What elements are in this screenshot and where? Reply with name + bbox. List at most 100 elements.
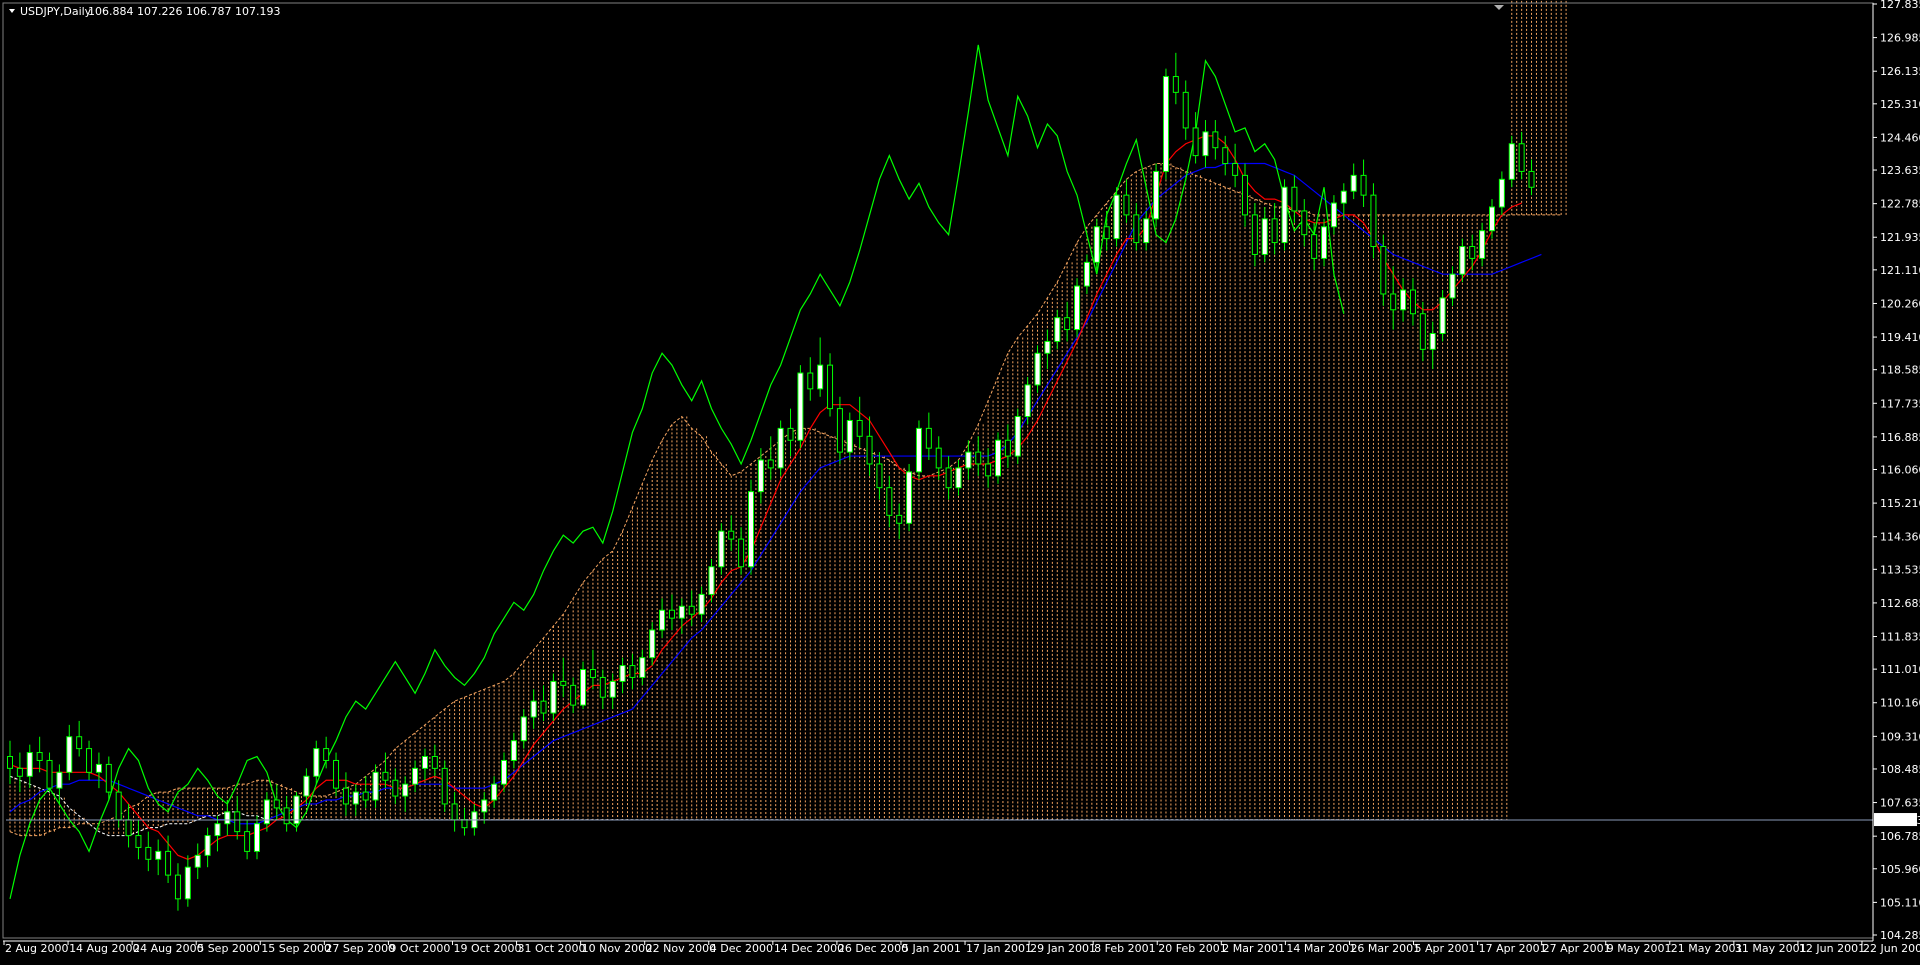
candle-body-bear (1370, 194, 1377, 248)
candle-body-bull (777, 427, 784, 469)
candle-body-bear (1192, 127, 1199, 157)
candle-body-bear (431, 756, 438, 769)
candle-body-bull (520, 716, 527, 742)
candle-body-bear (975, 451, 982, 465)
time-tick-label: 26 Dec 2000 (838, 942, 908, 955)
price-axis[interactable]: 127.835 126.985 126.135 125.310 124.460 123.6… (1873, 0, 1920, 942)
candle-body-bear (629, 665, 636, 678)
candle-body-bull (1479, 230, 1486, 259)
price-tick-label: 121.110 (1880, 264, 1920, 277)
time-tick-label: 5 Apr 2001 (1415, 942, 1476, 955)
candle-body-bear (836, 408, 843, 453)
candle-body-bull (95, 763, 102, 773)
candle (748, 479, 754, 575)
candle-body-bull (659, 609, 666, 631)
candle (1153, 163, 1160, 227)
price-tick-label: 105.960 (1880, 863, 1920, 876)
candle-body-bear (1528, 170, 1535, 188)
ohlc-label: 106.884 107.226 106.787 107.193 (88, 5, 280, 18)
symbol-label: USDJPY,Daily (20, 5, 92, 18)
candle-body-bull (1429, 333, 1436, 350)
time-tick-label: 12 Jun 2001 (1799, 942, 1865, 955)
candle (797, 365, 804, 449)
candle-body-bull (1083, 261, 1090, 287)
candle-body-bear (36, 752, 43, 761)
time-tick-label: 31 May 2001 (1735, 942, 1807, 955)
candle-body-bear (1291, 186, 1298, 212)
candle-body-bear (985, 463, 992, 477)
price-tick-label: 112.685 (1880, 597, 1920, 610)
candle-body-bear (342, 787, 349, 805)
time-tick-label: 21 May 2001 (1671, 942, 1743, 955)
candle-body-bull (698, 593, 705, 615)
candle-body-bear (599, 676, 606, 698)
candle-body-bull (915, 427, 922, 473)
candle-body-bear (244, 831, 251, 852)
candle-body-bear (1064, 317, 1071, 331)
candle-body-bear (333, 759, 340, 789)
candle-body-bear (174, 874, 181, 900)
price-tick-label: 121.935 (1880, 231, 1920, 244)
time-tick-label: 14 Mar 2001 (1286, 942, 1356, 955)
candle-body-bull (1044, 340, 1051, 354)
candle-body-bull (1498, 178, 1505, 208)
candle-body-bull (1014, 416, 1021, 457)
candle-body-bull (481, 799, 488, 813)
candle (441, 760, 448, 812)
candle-body-bear (135, 835, 142, 848)
candle-body-bull (797, 372, 804, 441)
time-tick-label: 2 Mar 2001 (1222, 942, 1285, 955)
candle-body-bull (580, 669, 587, 706)
candle-body-bull (254, 823, 260, 852)
ichimoku-chart[interactable]: 127.835 126.985 126.135 125.310 124.460 123.6… (0, 0, 1920, 961)
candle-body-bear (1123, 194, 1130, 216)
time-tick-label: 24 Aug 2000 (133, 942, 203, 955)
candle-body-bull (303, 775, 310, 797)
price-tick-label: 126.135 (1880, 65, 1920, 78)
candle-body-bear (323, 748, 330, 761)
candle-body-bear (570, 684, 577, 706)
candle-body-bull (748, 491, 754, 568)
candle (906, 463, 913, 532)
price-tick-label: 113.535 (1880, 563, 1920, 576)
candle-body-bull (1143, 218, 1150, 244)
candle-body-bull (1350, 174, 1357, 192)
price-tick-label: 111.010 (1880, 663, 1920, 676)
candle-body-bull (1034, 352, 1041, 386)
candle-body-bull (550, 680, 557, 714)
candle-body-bull (1459, 246, 1466, 275)
candle-body-bull (1024, 384, 1031, 418)
candle-body-bear (1182, 91, 1189, 129)
price-tick-label: 110.160 (1880, 697, 1920, 710)
candle-body-bear (382, 771, 389, 781)
candle (777, 420, 784, 476)
candle-body-bull (1340, 190, 1347, 204)
candle-body-bull (955, 467, 962, 489)
price-tick-label: 127.835 (1880, 0, 1920, 11)
candle-body-bull (817, 364, 824, 390)
candle-body-bear (886, 487, 893, 516)
candle (1074, 278, 1081, 338)
candle-body-bull (194, 854, 201, 868)
candle-body-bull (1439, 297, 1446, 335)
candle-body-bull (26, 752, 33, 777)
candle-body-bull (421, 756, 428, 769)
candle-body-bull (995, 439, 1001, 477)
candle-body-bear (1133, 214, 1140, 244)
time-tick-label: 4 Dec 2000 (710, 942, 773, 955)
price-tick-label: 107.635 (1880, 797, 1920, 810)
candle-body-bull (501, 759, 507, 785)
candle-body-bear (1103, 226, 1110, 240)
price-tick-label: 111.835 (1880, 631, 1920, 644)
price-tick-label: 122.785 (1880, 198, 1920, 211)
candle (1113, 187, 1120, 247)
candle-body-bull (313, 748, 320, 777)
candle-body-bear (283, 807, 290, 825)
candle-body-bear (787, 427, 794, 441)
candle-body-bear (1380, 246, 1387, 295)
candle-body-bull (1261, 218, 1268, 255)
time-tick-label: 9 May 2001 (1607, 942, 1672, 955)
chart-canvas[interactable]: 127.835 126.985 126.135 125.310 124.460 123.6… (0, 0, 1920, 961)
candle-body-bear (362, 791, 369, 801)
candle-body-bull (372, 771, 379, 801)
